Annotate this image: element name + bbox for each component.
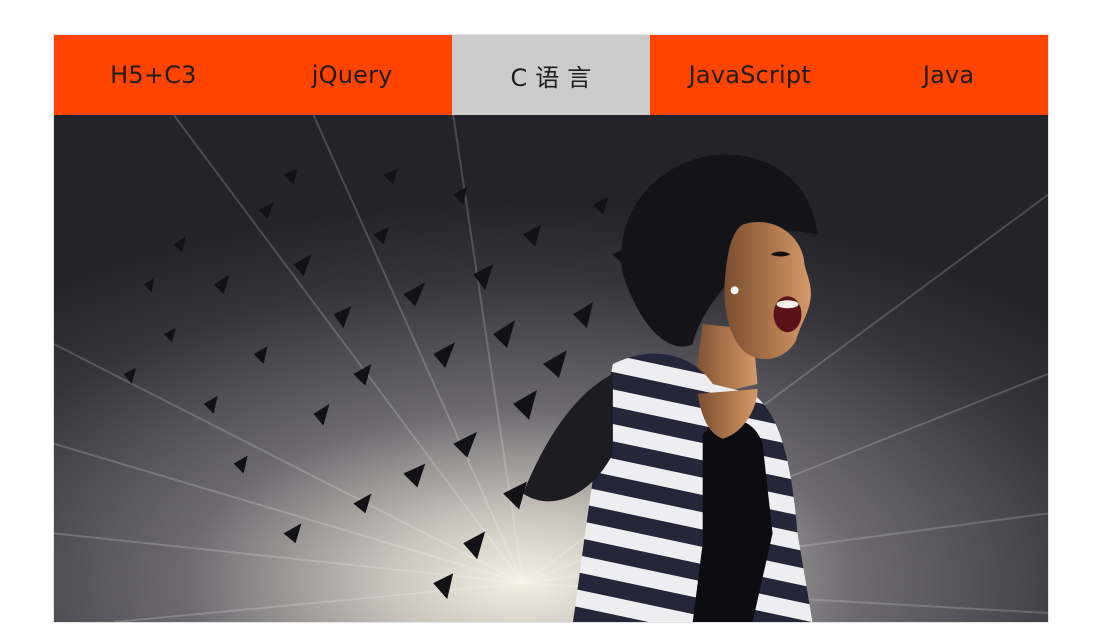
tab-label: JavaScript (688, 61, 811, 89)
tab-bar: H5+C3 jQuery C 语 言 JavaScript Java (54, 35, 1048, 115)
tab-jquery[interactable]: jQuery (252, 35, 452, 115)
tab-javascript[interactable]: JavaScript (650, 35, 850, 115)
tab-label: Java (922, 61, 975, 89)
tab-content-panel (54, 115, 1048, 622)
content-image (54, 115, 1048, 622)
tab-widget: H5+C3 jQuery C 语 言 JavaScript Java (53, 34, 1049, 623)
tab-java[interactable]: Java (849, 35, 1048, 115)
tab-c-language[interactable]: C 语 言 (451, 35, 651, 115)
tab-h5-c3[interactable]: H5+C3 (54, 35, 253, 115)
tab-label: jQuery (311, 61, 393, 89)
tab-label: C 语 言 (510, 63, 592, 92)
tab-label: H5+C3 (110, 61, 197, 89)
